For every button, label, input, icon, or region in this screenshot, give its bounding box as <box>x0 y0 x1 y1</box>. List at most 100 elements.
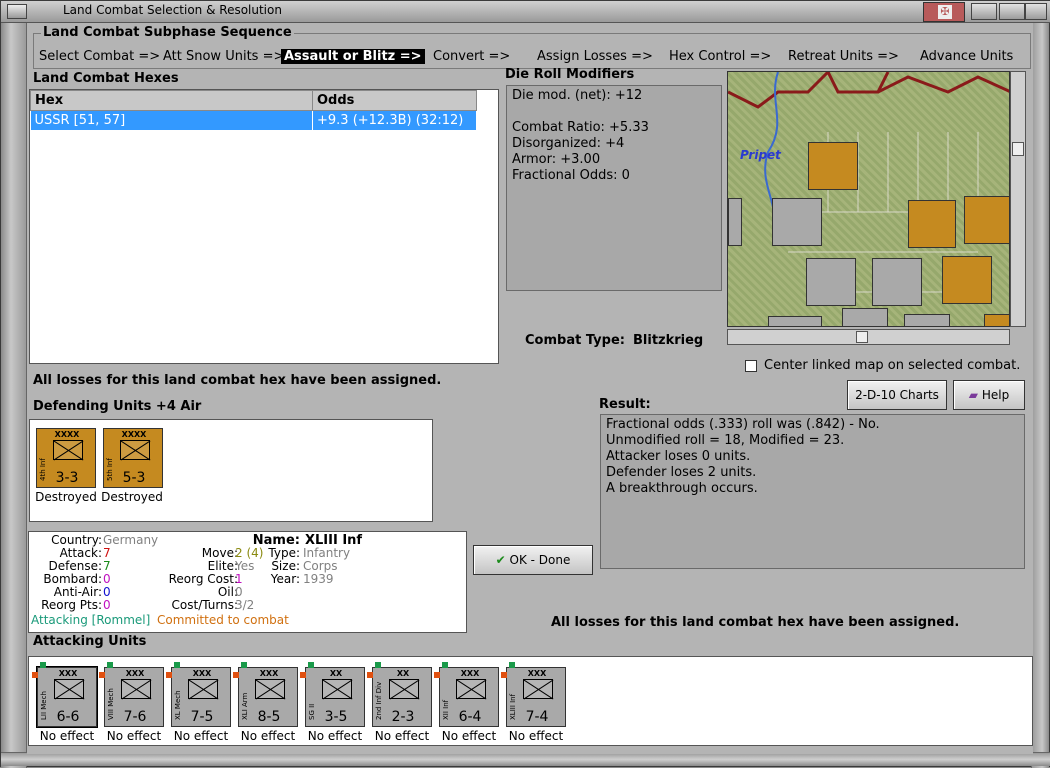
attacker-counter[interactable]: XXX XLI Arm 8-5 <box>233 662 298 727</box>
help-button[interactable]: ▰ Help <box>953 380 1025 410</box>
result-title: Result: <box>599 397 651 412</box>
attacker-status: No effect <box>508 729 564 743</box>
status-dot-green <box>375 662 381 668</box>
window-title: Land Combat Selection & Resolution <box>63 3 282 17</box>
unit-symbol-icon <box>322 679 352 699</box>
linked-map[interactable]: Pripet <box>727 71 1010 327</box>
status-dot-green <box>241 662 247 668</box>
status-dot-green <box>174 662 180 668</box>
infantry-symbol-icon <box>120 440 150 460</box>
unit-symbol-icon <box>523 679 553 699</box>
attacker-counter[interactable]: XXX XL Mech 7-5 <box>166 662 231 727</box>
map-hscroll[interactable] <box>727 329 1010 345</box>
hex-cell: USSR [51, 57] <box>30 110 313 130</box>
checkmark-icon: ✔ <box>495 553 506 567</box>
main-content: Land Combat Subphase Sequence Select Com… <box>27 23 1033 754</box>
hex-losses-msg: All losses for this land combat hex have… <box>33 373 442 388</box>
attacker-counter[interactable]: XX SG II 3-5 <box>300 662 365 727</box>
seq-step-hex: Hex Control => <box>669 49 772 64</box>
attacker-counter[interactable]: XX 2nd Inf Div 2-3 <box>367 662 432 727</box>
col-odds[interactable]: Odds <box>312 90 477 111</box>
committed-status: Committed to combat <box>157 613 289 627</box>
mod-disorg: Disorganized: +4 <box>512 136 625 151</box>
attacking-leader: Attacking [Rommel] <box>31 613 151 627</box>
ok-done-label: OK - Done <box>509 553 571 567</box>
attacker-status: No effect <box>307 729 363 743</box>
unit-info-panel: Country: Germany Attack: 7 Defense: 7 Bo… <box>28 531 467 633</box>
seq-step-advance: Advance Units <box>920 49 1014 64</box>
seq-step-assign: Assign Losses => <box>537 49 653 64</box>
maximize-icon[interactable] <box>999 3 1025 20</box>
status-dot-green <box>40 662 46 668</box>
combat-type-label: Combat Type: <box>525 333 625 348</box>
status-dot-green <box>107 662 113 668</box>
result-line-1: Fractional odds (.333) roll was (.842) -… <box>606 417 880 432</box>
seq-step-assault: Assault or Blitz => <box>281 49 425 64</box>
attacker-status: No effect <box>240 729 296 743</box>
help-button-label: Help <box>981 388 1010 402</box>
result-losses-msg: All losses for this land combat hex have… <box>551 615 960 630</box>
center-map-label: Center linked map on selected combat. <box>764 358 1021 373</box>
table-row[interactable]: USSR [51, 57] +9.3 (+12.3B) (32:12) <box>30 110 477 130</box>
map-vscroll[interactable] <box>1010 71 1026 327</box>
result-line-3: Attacker loses 0 units. <box>606 449 751 464</box>
seq-step-retreat: Retreat Units => <box>788 49 899 64</box>
nation-flag-icon: ✠ <box>923 2 965 22</box>
hexes-title: Land Combat Hexes <box>33 71 179 86</box>
mod-net: Die mod. (net): +12 <box>512 88 643 103</box>
charts-button[interactable]: 2-D-10 Charts <box>847 380 947 410</box>
attacker-counter[interactable]: XXX LII Mech 6-6 <box>32 662 98 728</box>
defenders-title: Defending Units +4 Air <box>33 399 202 414</box>
defender-status: Destroyed <box>35 490 97 504</box>
attacker-status: No effect <box>374 729 430 743</box>
close-icon[interactable] <box>1025 3 1047 20</box>
combat-type-value: Blitzkrieg <box>633 333 704 348</box>
unit-symbol-icon <box>188 679 218 699</box>
minimize-icon[interactable] <box>971 3 997 20</box>
unit-symbol-icon <box>456 679 486 699</box>
frame-left <box>1 23 27 768</box>
attacker-counter[interactable]: XXX VIII Mech 7-6 <box>99 662 164 727</box>
odds-cell: +9.3 (+12.3B) (32:12) <box>312 110 477 130</box>
attackers-title: Attacking Units <box>33 634 147 649</box>
attacker-status: No effect <box>173 729 229 743</box>
mod-armor: Armor: +3.00 <box>512 152 601 167</box>
attacker-status: No effect <box>106 729 162 743</box>
mod-ratio: Combat Ratio: +5.33 <box>512 120 649 135</box>
ok-done-button[interactable]: ✔ OK - Done <box>473 545 593 575</box>
result-line-4: Defender loses 2 units. <box>606 465 757 480</box>
frame-right <box>1031 23 1049 768</box>
center-map-checkbox[interactable] <box>745 360 757 372</box>
unit-symbol-icon <box>255 679 285 699</box>
result-line-2: Unmodified roll = 18, Modified = 23. <box>606 433 845 448</box>
attacker-counter[interactable]: XXX XLIII Inf 7-4 <box>501 662 566 727</box>
infantry-symbol-icon <box>53 440 83 460</box>
hex-list[interactable]: Hex Odds USSR [51, 57] +9.3 (+12.3B) (32… <box>29 89 499 364</box>
defender-counter[interactable]: XXXX 5th Inf 5-3 <box>103 428 163 488</box>
title-bar[interactable]: Land Combat Selection & Resolution ✠ <box>1 1 1050 23</box>
unit-symbol-icon <box>389 679 419 699</box>
help-book-icon: ▰ <box>968 388 979 402</box>
defenders-panel: XXXX 4th Inf 3-3 Destroyed XXXX 5th Inf … <box>29 419 433 522</box>
unit-symbol-icon <box>54 679 84 699</box>
frame-bottom <box>1 752 1050 766</box>
attackers-panel: XXX LII Mech 6-6 No effect XXX VIII Mech 7-6 No… <box>28 656 1033 746</box>
seq-step-snow: Att Snow Units => <box>163 49 285 64</box>
attacker-status: No effect <box>39 729 95 743</box>
combat-window: Land Combat Selection & Resolution ✠ Lan… <box>0 0 1050 768</box>
mod-fractional: Fractional Odds: 0 <box>512 168 630 183</box>
attacker-counter[interactable]: XXX XII Inf 6-4 <box>434 662 499 727</box>
unit-symbol-icon <box>121 679 151 699</box>
river-label: Pripet <box>740 148 781 162</box>
status-dot-green <box>509 662 515 668</box>
sequence-title: Land Combat Subphase Sequence <box>41 25 294 40</box>
defender-status: Destroyed <box>101 490 163 504</box>
status-dot-green <box>308 662 314 668</box>
result-panel: Fractional odds (.333) roll was (.842) -… <box>600 414 1025 569</box>
col-hex[interactable]: Hex <box>30 90 313 111</box>
status-dot-green <box>442 662 448 668</box>
defender-counter[interactable]: XXXX 4th Inf 3-3 <box>36 428 96 488</box>
result-line-5: A breakthrough occurs. <box>606 481 758 496</box>
system-menu-icon[interactable] <box>7 4 27 19</box>
modifiers-panel: Die mod. (net): +12 Combat Ratio: +5.33 … <box>506 85 722 291</box>
